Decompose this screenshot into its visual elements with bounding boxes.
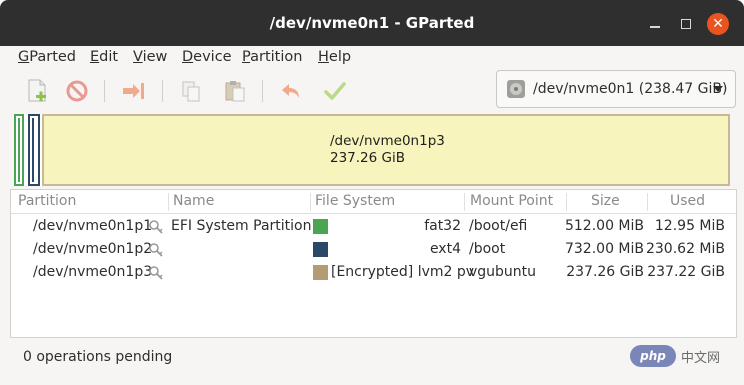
cell-mount-point: /boot — [469, 241, 506, 257]
close-icon: ✕ — [712, 16, 724, 32]
table-row[interactable]: /dev/nvme0n1p2 ext4 /boot 732.00 MiB 230… — [11, 238, 736, 261]
minimize-icon — [650, 26, 660, 28]
menu-edit[interactable]: Edit — [90, 49, 118, 65]
cell-file-system: ext4 — [429, 241, 461, 257]
device-selector-label: /dev/nvme0n1 (238.47 GiB) — [533, 81, 728, 97]
cell-file-system: fat32 — [424, 218, 461, 234]
watermark-text: 中文网 — [681, 350, 721, 366]
partition-map-block-p2[interactable] — [28, 114, 40, 186]
undo-icon — [282, 84, 299, 98]
close-button[interactable]: ✕ — [707, 13, 729, 35]
menu-help[interactable]: Help — [318, 49, 351, 65]
cell-used: 12.95 MiB — [654, 218, 725, 234]
menu-device[interactable]: Device — [182, 49, 232, 65]
gparted-window: /dev/nvme0n1 - GParted ✕ GParted Edit Vi… — [0, 0, 744, 385]
menu-partition[interactable]: Partition — [242, 49, 302, 65]
partition-map-name: /dev/nvme0n1p3 — [330, 133, 445, 149]
fs-color-swatch — [313, 219, 328, 234]
cell-partition: /dev/nvme0n1p2 — [33, 241, 153, 257]
column-header-mount-point[interactable]: Mount Point — [470, 193, 553, 209]
maximize-button[interactable] — [675, 13, 697, 35]
cell-partition: /dev/nvme0n1p1 — [33, 218, 153, 234]
resize-move-icon — [123, 83, 144, 99]
cell-file-system: [Encrypted] lvm2 pv — [331, 264, 475, 280]
fs-color-swatch — [313, 242, 328, 257]
partition-map-size: 237.26 GiB — [330, 150, 406, 166]
paste-button[interactable] — [220, 76, 250, 106]
cell-partition: /dev/nvme0n1p3 — [33, 264, 153, 280]
cell-mount-point: /boot/efi — [469, 218, 528, 234]
new-partition-button[interactable] — [22, 76, 52, 106]
menu-bar: GParted Edit View Device Partition Help — [0, 46, 744, 70]
toolbar-separator — [262, 80, 263, 102]
cell-size: 732.00 MiB — [564, 241, 644, 257]
key-icon — [149, 220, 163, 234]
disk-icon — [507, 80, 525, 98]
title-bar: /dev/nvme0n1 - GParted ✕ — [0, 0, 744, 46]
watermark: php 中文网 — [630, 343, 738, 369]
copy-button[interactable] — [176, 76, 206, 106]
window-title: /dev/nvme0n1 - GParted — [269, 14, 475, 32]
cell-used: 230.62 MiB — [645, 241, 725, 257]
column-divider[interactable] — [647, 193, 648, 211]
cell-mount-point: vgubuntu — [469, 264, 537, 280]
column-divider[interactable] — [168, 193, 169, 211]
partition-map: /dev/nvme0n1p3 237.26 GiB — [14, 114, 730, 186]
delete-partition-button[interactable] — [62, 76, 92, 106]
partition-map-block-p1[interactable] — [14, 114, 24, 186]
chevron-down-icon — [713, 86, 723, 92]
copy-icon — [182, 81, 200, 102]
toolbar-separator — [162, 80, 163, 102]
device-selector[interactable]: /dev/nvme0n1 (238.47 GiB) — [496, 70, 736, 108]
partition-table: Partition Name File System Mount Point S… — [10, 189, 737, 338]
toolbar-separator — [104, 80, 105, 102]
table-row[interactable]: /dev/nvme0n1p3 [Encrypted] lvm2 pv vgubu… — [11, 261, 736, 284]
cell-used: 237.22 GiB — [647, 264, 725, 280]
fs-color-swatch — [313, 265, 328, 280]
delete-icon — [66, 80, 88, 102]
cell-size: 237.26 GiB — [566, 264, 644, 280]
column-divider[interactable] — [464, 193, 465, 211]
column-header-name[interactable]: Name — [173, 193, 214, 209]
apply-button[interactable] — [320, 76, 350, 106]
watermark-badge: php — [630, 345, 676, 367]
cell-name: EFI System Partition — [171, 218, 312, 234]
key-icon — [149, 266, 163, 280]
column-divider[interactable] — [310, 193, 311, 211]
checkmark-icon — [324, 82, 346, 100]
operations-pending-status: 0 operations pending — [23, 349, 173, 365]
cell-size: 512.00 MiB — [564, 218, 644, 234]
status-bar: 0 operations pending php 中文网 — [0, 338, 744, 385]
menu-view[interactable]: View — [133, 49, 167, 65]
resize-move-button[interactable] — [118, 76, 148, 106]
paste-icon — [225, 81, 245, 102]
undo-button[interactable] — [276, 76, 306, 106]
column-divider[interactable] — [566, 193, 567, 211]
maximize-icon — [681, 19, 691, 29]
key-icon — [149, 243, 163, 257]
table-row[interactable]: /dev/nvme0n1p1 EFI System Partition fat3… — [11, 215, 736, 238]
column-header-partition[interactable]: Partition — [18, 193, 76, 209]
column-header-file-system[interactable]: File System — [315, 193, 395, 209]
new-partition-icon — [28, 79, 46, 102]
table-header: Partition Name File System Mount Point S… — [11, 190, 736, 214]
menu-gparted[interactable]: GParted — [18, 49, 76, 65]
partition-map-block-p3[interactable]: /dev/nvme0n1p3 237.26 GiB — [42, 114, 730, 186]
minimize-button[interactable] — [644, 13, 666, 35]
column-header-used[interactable]: Used — [670, 193, 705, 209]
column-header-size[interactable]: Size — [591, 193, 620, 209]
